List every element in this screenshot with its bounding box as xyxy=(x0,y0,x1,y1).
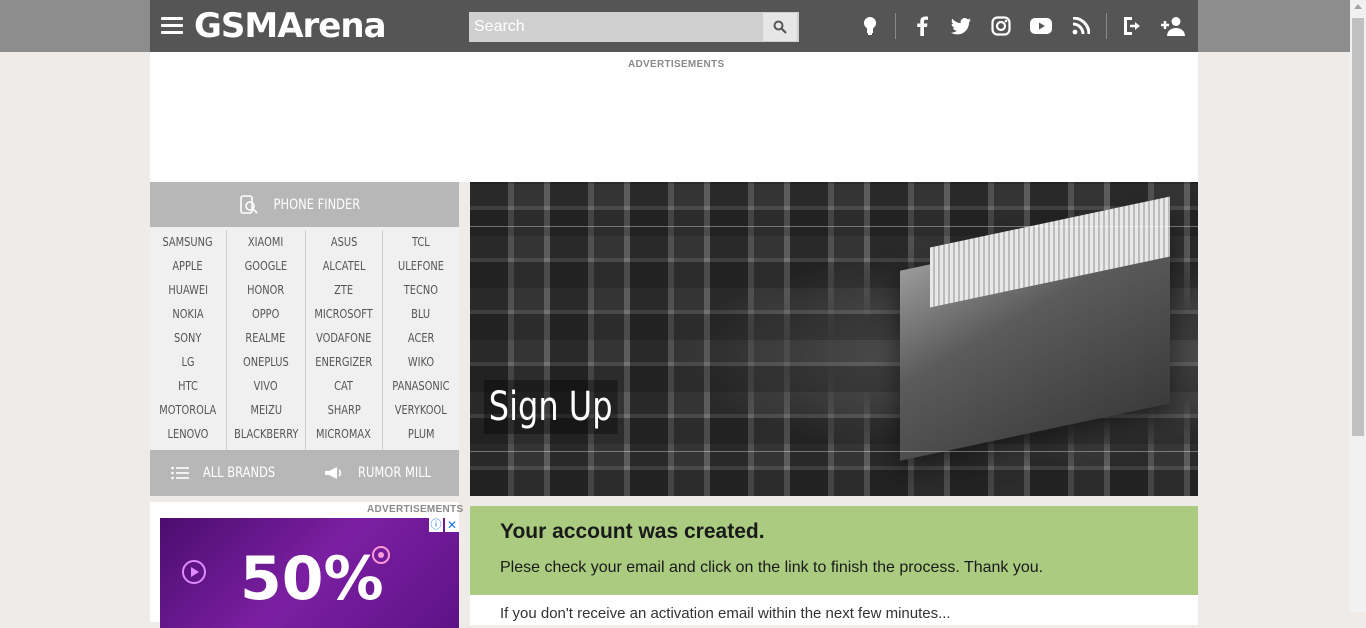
notice-text: Plese check your email and click on the … xyxy=(500,559,1044,576)
rumor-mill-button[interactable]: RUMOR MILL xyxy=(305,465,460,481)
brand-link[interactable]: VODAFONE xyxy=(306,326,382,350)
brand-link[interactable]: BLACKBERRY xyxy=(227,422,306,446)
brand-link[interactable]: VERYKOOL xyxy=(383,398,460,422)
main-content: Sign Up Your account was created. Plese … xyxy=(470,182,1198,625)
info-panel: If you don't receive an activation email… xyxy=(470,595,1198,625)
phone-finder-button[interactable]: PHONE FINDER xyxy=(150,182,459,227)
tip-bulb-icon[interactable] xyxy=(858,14,882,38)
search-button[interactable] xyxy=(763,13,797,41)
site-logo[interactable]: GSMArena xyxy=(194,4,387,48)
sidebar: PHONE FINDER SAMSUNG APPLE HUAWEI NOKIA … xyxy=(150,182,463,628)
scroll-thumb[interactable] xyxy=(1352,18,1364,436)
brand-link[interactable]: WIKO xyxy=(383,350,460,374)
add-user-icon[interactable] xyxy=(1158,14,1188,38)
facebook-icon[interactable] xyxy=(910,14,934,38)
scroll-up-icon[interactable] xyxy=(1354,4,1362,9)
brand-link[interactable]: HUAWEI xyxy=(150,278,226,302)
search-box xyxy=(469,12,799,42)
twitter-icon[interactable] xyxy=(949,14,973,38)
brand-link[interactable]: REALME xyxy=(227,326,306,350)
megaphone-icon xyxy=(325,467,342,479)
site-header: GSMArena xyxy=(150,0,1198,52)
promo-text: 50% xyxy=(240,544,384,614)
brand-link[interactable]: ASUS xyxy=(306,230,382,254)
brand-link[interactable]: OPPO xyxy=(227,302,306,326)
brand-link[interactable]: ACER xyxy=(383,326,460,350)
brand-link[interactable]: CAT xyxy=(306,374,382,398)
ad-label: ADVERTISEMENTS xyxy=(628,59,725,70)
page-scrollbar[interactable] xyxy=(1350,0,1366,612)
list-icon xyxy=(171,466,190,480)
rss-icon[interactable] xyxy=(1069,14,1093,38)
search-icon xyxy=(773,20,787,34)
youtube-icon[interactable] xyxy=(1029,14,1053,38)
top-ad-area: ADVERTISEMENTS xyxy=(150,52,1198,182)
brand-link[interactable]: ZTE xyxy=(306,278,382,302)
brand-link[interactable]: HONOR xyxy=(227,278,306,302)
phone-finder-label: PHONE FINDER xyxy=(273,196,360,213)
brand-link[interactable]: PLUM xyxy=(383,422,460,446)
brand-list: SAMSUNG APPLE HUAWEI NOKIA SONY LG HTC M… xyxy=(150,227,459,450)
all-brands-label: ALL BRANDS xyxy=(203,465,276,481)
ad-info-icon[interactable]: ⓘ xyxy=(429,518,443,532)
brand-link[interactable]: ENERGIZER xyxy=(306,350,382,374)
phone-finder-icon xyxy=(239,194,258,214)
brand-link[interactable]: ONEPLUS xyxy=(227,350,306,374)
brand-link[interactable]: APPLE xyxy=(150,254,226,278)
hero-image: Sign Up xyxy=(470,182,1198,496)
menu-icon[interactable] xyxy=(161,17,183,35)
instagram-icon[interactable] xyxy=(989,14,1013,38)
brand-column: XIAOMI GOOGLE HONOR OPPO REALME ONEPLUS … xyxy=(227,230,306,450)
success-notice: Your account was created. Plese check yo… xyxy=(470,506,1198,595)
brand-column: SAMSUNG APPLE HUAWEI NOKIA SONY LG HTC M… xyxy=(150,230,227,450)
brand-link[interactable]: MICROMAX xyxy=(306,422,382,446)
ad-close-icon[interactable]: ✕ xyxy=(445,518,459,532)
ad-label: ADVERTISEMENTS xyxy=(367,504,464,515)
brand-link[interactable]: SONY xyxy=(150,326,226,350)
search-input[interactable] xyxy=(469,12,761,42)
brand-link[interactable]: TCL xyxy=(383,230,460,254)
login-icon[interactable] xyxy=(1120,14,1144,38)
brand-link[interactable]: MICROSOFT xyxy=(306,302,382,326)
brand-link[interactable]: NOKIA xyxy=(150,302,226,326)
page-title: Sign Up xyxy=(484,380,618,434)
all-brands-button[interactable]: ALL BRANDS xyxy=(150,465,305,481)
notice-title: Your account was created. xyxy=(500,520,765,543)
brand-link[interactable]: SAMSUNG xyxy=(150,230,226,254)
header-divider xyxy=(895,13,896,39)
brand-link[interactable]: MOTOROLA xyxy=(150,398,226,422)
brand-link[interactable]: XIAOMI xyxy=(227,230,306,254)
info-text: If you don't receive an activation email… xyxy=(500,605,951,622)
brand-link[interactable]: LG xyxy=(150,350,226,374)
ornament-icon xyxy=(182,560,206,584)
brand-link[interactable]: BLU xyxy=(383,302,460,326)
brand-link[interactable]: ULEFONE xyxy=(383,254,460,278)
brand-link[interactable]: HTC xyxy=(150,374,226,398)
brand-link[interactable]: GOOGLE xyxy=(227,254,306,278)
brand-column: ASUS ALCATEL ZTE MICROSOFT VODAFONE ENER… xyxy=(306,230,383,450)
brand-link[interactable]: SHARP xyxy=(306,398,382,422)
brand-link[interactable]: PANASONIC xyxy=(383,374,460,398)
brand-link[interactable]: VIVO xyxy=(227,374,306,398)
header-divider xyxy=(1106,13,1107,39)
hero-line xyxy=(470,226,1198,227)
brand-link[interactable]: MEIZU xyxy=(227,398,306,422)
sidebar-nav: ALL BRANDS RUMOR MILL xyxy=(150,450,459,496)
brand-link[interactable]: TECNO xyxy=(383,278,460,302)
hero-line xyxy=(470,451,1198,452)
sidebar-ad-area: ADVERTISEMENTS 50% ⓘ ✕ xyxy=(150,502,463,628)
rumor-mill-label: RUMOR MILL xyxy=(358,465,432,481)
brand-link[interactable]: LENOVO xyxy=(150,422,226,446)
brand-column: TCL ULEFONE TECNO BLU ACER WIKO PANASONI… xyxy=(383,230,460,450)
brand-link[interactable]: ALCATEL xyxy=(306,254,382,278)
